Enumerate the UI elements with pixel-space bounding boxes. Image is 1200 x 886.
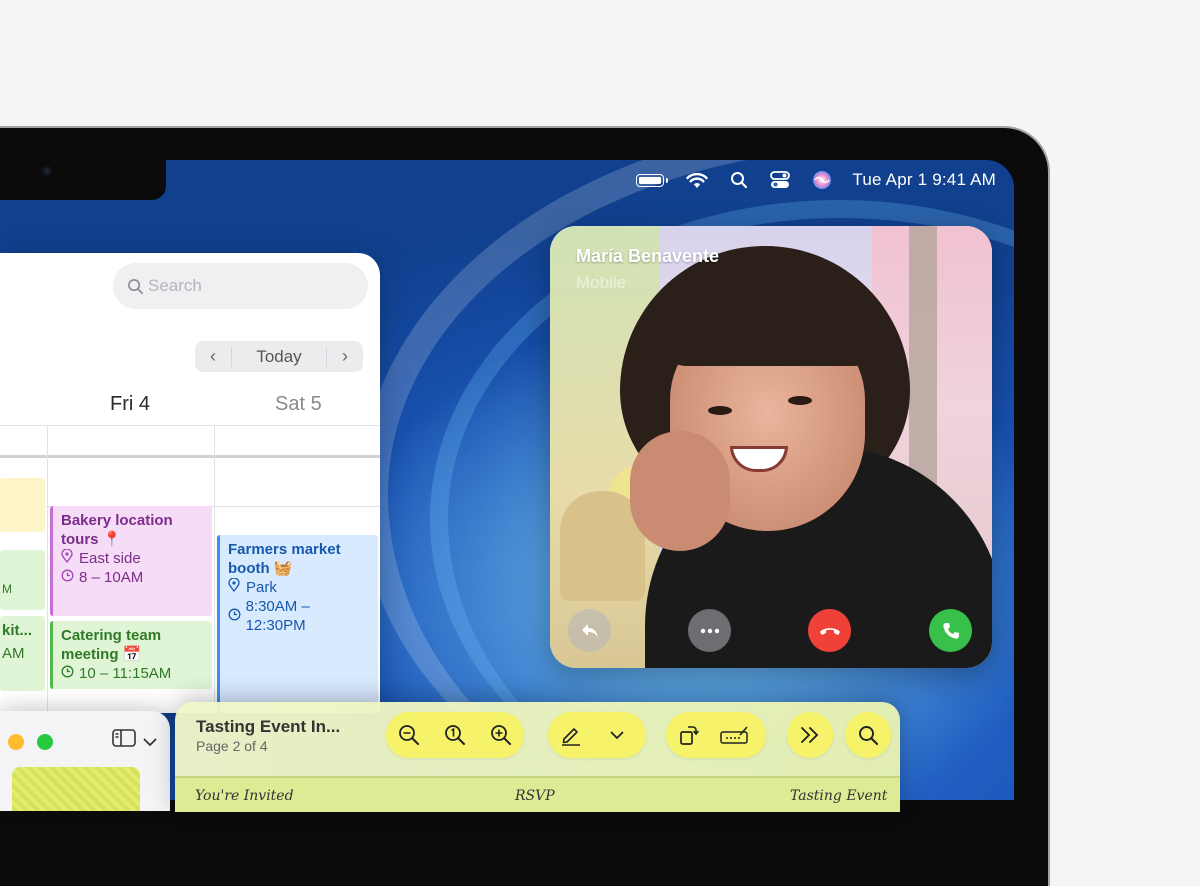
calendar-event-bakery[interactable]: Bakery location tours 📍 East side 8 – 10… [50,506,212,616]
event-time: M [2,582,12,596]
sidebar-window [0,711,170,811]
all-day-separator [0,455,380,458]
menu-bar-clock[interactable]: Tue Apr 1 9:41 AM [852,170,996,190]
calendar-event-catering[interactable]: Catering team meeting 📅 10 – 11:15AM [50,621,212,689]
pencil-icon [562,728,580,746]
day-header-sat[interactable]: Sat 5 [275,393,322,416]
calendar-search-field[interactable]: Search [113,263,368,309]
next-button[interactable]: › [327,346,363,367]
signature-icon [720,726,748,744]
calendar-event[interactable] [0,478,45,532]
highlight-button[interactable] [548,712,594,758]
preview-window: Tasting Event In... Page 2 of 4 You're I… [175,702,900,812]
event-title: Catering team meeting 📅 [61,627,162,663]
chevron-down-icon [610,731,624,739]
calendar-event-partial[interactable]: kit... AM [0,616,45,691]
event-location: East side [79,550,141,567]
grid-line [47,425,48,713]
share-screen-button[interactable] [568,609,611,652]
calendar-event-farmers-market[interactable]: Farmers market booth 🧺 Park 8:30AM – 12:… [217,535,378,713]
caller-eye [788,396,812,405]
search-controls [845,712,891,758]
document-page[interactable]: You're Invited RSVP Tasting Event [175,776,900,812]
camera-icon [42,166,52,176]
caller-name: María Benavente [576,246,720,266]
caller-video-bangs [660,266,880,366]
event-title: Bakery location tours 📍 [61,512,173,548]
rotate-icon [680,726,700,745]
reply-arrow-icon [581,623,598,638]
wifi-icon[interactable] [686,172,709,189]
event-time: 8:30AM – 12:30PM [245,598,310,634]
zoom-in-button[interactable] [478,712,524,758]
grid-line [214,425,215,713]
ellipsis-icon [700,628,719,633]
event-time: AM [2,645,25,662]
event-time: 10 – 11:15AM [79,665,172,682]
clock-icon [61,568,75,587]
caller-subtitle: Mobile [576,273,627,292]
search-button[interactable] [845,712,891,758]
hang-up-icon [819,627,840,635]
decline-button[interactable] [808,609,851,652]
search-icon [858,725,878,745]
markup-controls [548,712,646,758]
actual-size-button[interactable] [432,712,478,758]
calendar-window: Search ‹ Today › Fri 4 Sat 5 Bakery loca… [0,253,380,713]
location-pin-icon [61,548,75,568]
battery-icon[interactable] [636,173,669,187]
page-thumbnail[interactable] [12,767,140,811]
more-toolbar-items [787,712,833,758]
clock-icon [228,607,242,626]
zoom-out-icon [399,725,419,745]
document-text: Tasting Event [790,788,888,804]
calendar-event-partial[interactable]: M [0,575,45,603]
phone-icon [942,622,959,639]
search-placeholder: Search [148,276,202,295]
actual-size-icon [445,725,465,745]
previous-button[interactable]: ‹ [195,346,231,367]
rotate-button[interactable] [666,712,712,758]
more-button[interactable] [688,609,731,652]
markup-button[interactable] [712,712,758,758]
highlight-menu-button[interactable] [594,712,640,758]
calendar-navigation: ‹ Today › [195,341,363,372]
event-title: Farmers market booth 🧺 [228,541,341,577]
document-title: Tasting Event In... [196,717,341,736]
zoom-controls [386,712,524,758]
siri-icon[interactable] [812,170,832,190]
location-pin-icon [228,577,242,597]
double-chevron-right-icon [801,727,819,743]
chevron-down-icon[interactable] [143,734,157,752]
day-header-fri[interactable]: Fri 4 [110,393,150,416]
caller-eye [708,406,732,415]
event-time: 8 – 10AM [79,569,144,586]
caller-video-hand [630,431,730,551]
spotlight-search-icon[interactable] [730,171,748,189]
page-indicator: Page 2 of 4 [196,738,268,754]
grid-line [0,425,380,426]
zoom-in-icon [491,725,511,745]
edit-controls [666,712,766,758]
zoom-button[interactable] [37,734,53,750]
document-text: You're Invited [195,788,294,804]
today-button[interactable]: Today [231,346,327,367]
more-tools-button[interactable] [787,712,833,758]
event-title: kit... [2,622,33,639]
facetime-call-window: María Benavente Mobile [550,226,992,668]
event-location: Park [246,579,277,596]
search-icon [128,278,143,294]
clock-icon [61,664,75,683]
minimize-button[interactable] [8,734,24,750]
sidebar-toggle-icon[interactable] [112,728,136,753]
zoom-out-button[interactable] [386,712,432,758]
document-text: RSVP [515,788,555,804]
control-center-icon[interactable] [770,171,791,189]
menu-bar: Tue Apr 1 9:41 AM [614,160,996,200]
accept-button[interactable] [929,609,972,652]
camera-notch [0,160,166,200]
